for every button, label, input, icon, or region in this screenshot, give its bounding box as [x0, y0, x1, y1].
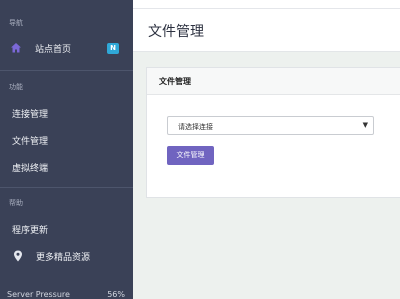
sidebar-item-files[interactable]: 文件管理	[0, 129, 133, 151]
page-title: 文件管理	[148, 24, 204, 40]
sidebar-item-home[interactable]: 站点首页 N	[0, 37, 133, 59]
divider	[0, 70, 133, 71]
connection-select-value: 请选择连接	[178, 123, 213, 131]
new-badge: N	[107, 43, 119, 54]
connection-select[interactable]: 请选择连接 ▼	[167, 116, 374, 135]
home-icon	[10, 42, 22, 54]
sidebar-item-connections[interactable]: 连接管理	[0, 102, 133, 124]
server-pressure-value: 56%	[107, 290, 125, 299]
divider	[0, 187, 133, 188]
section-label-nav: 导航	[9, 19, 23, 27]
sidebar: 导航 站点首页 N 功能 连接管理 文件管理 虚拟终端 帮助 程序更新 更多精品…	[0, 0, 133, 299]
divider	[133, 8, 400, 9]
panel-title: 文件管理	[159, 77, 191, 86]
page-header: 文件管理	[133, 0, 400, 52]
sidebar-item-label: 更多精品资源	[36, 252, 91, 263]
server-pressure-label: Server Pressure	[7, 290, 70, 299]
file-manager-panel: 文件管理 请选择连接 ▼ 文件管理	[146, 67, 400, 198]
map-pin-icon	[13, 250, 25, 262]
file-manager-button[interactable]: 文件管理	[167, 146, 214, 165]
sidebar-item-label: 连接管理	[12, 109, 49, 120]
panel-header: 文件管理	[147, 68, 400, 95]
sidebar-item-update[interactable]: 程序更新	[0, 218, 133, 240]
sidebar-item-label: 程序更新	[12, 225, 49, 236]
sidebar-item-label: 文件管理	[12, 136, 49, 147]
main-content: 文件管理 文件管理 请选择连接 ▼ 文件管理	[133, 0, 400, 299]
sidebar-item-resources[interactable]: 更多精品资源	[0, 245, 133, 267]
section-label-help: 帮助	[9, 199, 23, 207]
sidebar-item-terminal[interactable]: 虚拟终端	[0, 156, 133, 178]
caret-down-icon: ▼	[362, 121, 368, 129]
server-pressure: Server Pressure 56%	[7, 290, 125, 299]
section-label-features: 功能	[9, 83, 23, 91]
sidebar-item-label: 站点首页	[35, 44, 72, 55]
sidebar-item-label: 虚拟终端	[12, 163, 49, 174]
